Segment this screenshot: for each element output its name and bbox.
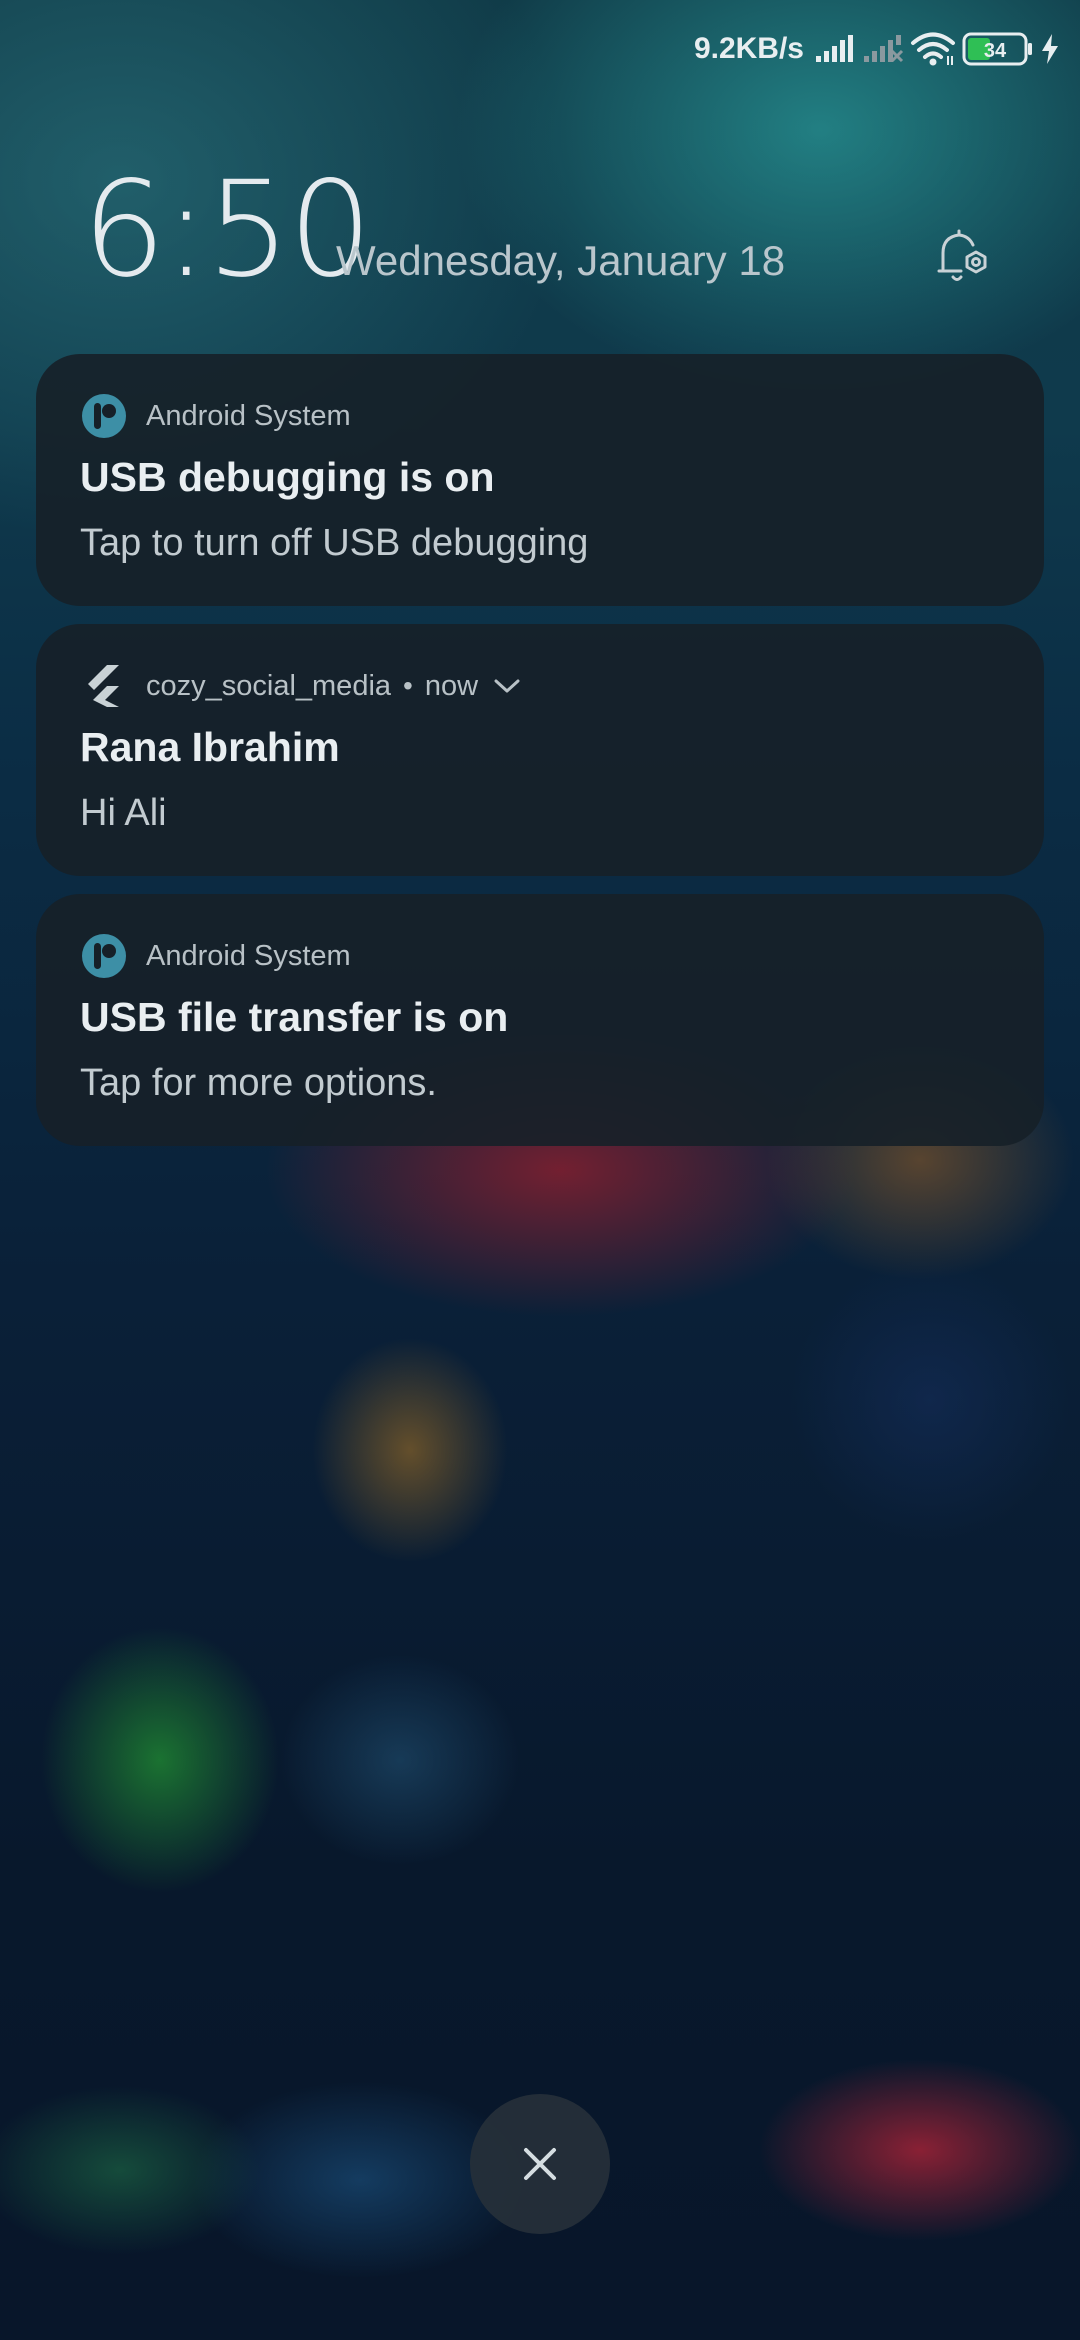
notification-app-name: cozy_social_media [146, 669, 392, 702]
notification-body: Tap to turn off USB debugging [80, 522, 589, 564]
battery-icon: 34 [962, 32, 1034, 66]
network-speed: 9.2KB/s [693, 32, 804, 65]
android-system-icon [80, 392, 128, 440]
clock-time: 6:50 [82, 153, 372, 307]
notification-settings-icon[interactable] [924, 220, 998, 294]
notification-title: USB debugging is on [80, 454, 495, 500]
signal-no-service-icon [862, 34, 904, 64]
notification-body: Tap for more options. [80, 1062, 437, 1104]
notification-time: now [424, 669, 479, 702]
notification-header: Android System [80, 932, 351, 980]
notification-message[interactable]: cozy_social_media • now Rana Ibrahim Hi … [36, 624, 1044, 876]
separator-dot: • [403, 670, 413, 701]
notification-header: Android System [80, 392, 351, 440]
chevron-down-icon[interactable] [492, 676, 522, 696]
notification-app-name: Android System [146, 939, 351, 972]
wallpaper [0, 0, 1080, 2340]
notification-app-name: Android System [146, 399, 351, 432]
battery-level: 34 [984, 40, 1007, 62]
clock-date: Wednesday, January 18 [336, 237, 786, 284]
notification-header: cozy_social_media • now [80, 662, 522, 710]
status-bar: 9.2KB/s 34 [694, 26, 1060, 72]
charging-icon [1040, 33, 1060, 65]
notification-title: USB file transfer is on [80, 994, 509, 1040]
flutter-icon [80, 662, 128, 710]
notification-body: Hi Ali [80, 792, 167, 834]
notification-usb-file-transfer[interactable]: Android System USB file transfer is on T… [36, 894, 1044, 1146]
close-icon [524, 2148, 556, 2180]
notification-title: Rana Ibrahim [80, 724, 340, 770]
wifi-icon [910, 32, 956, 66]
clear-all-button[interactable] [470, 2094, 610, 2234]
signal-icon [814, 34, 856, 64]
lockscreen-clock: 6:50 Wednesday, January 18 [82, 160, 998, 300]
android-system-icon [80, 932, 128, 980]
notification-usb-debugging[interactable]: Android System USB debugging is on Tap t… [36, 354, 1044, 606]
